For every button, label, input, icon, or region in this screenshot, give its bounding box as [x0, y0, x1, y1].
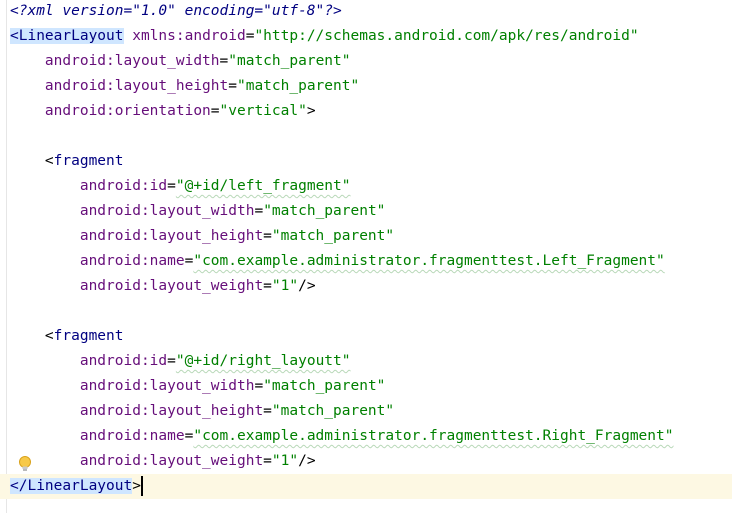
xml-tag-name: fragment	[53, 153, 124, 169]
gutter-divider	[6, 0, 7, 513]
xml-punctuation: =	[167, 353, 176, 369]
xml-attribute: xmlns:android	[123, 28, 246, 44]
code-line[interactable]: <fragment	[10, 324, 124, 349]
code-line[interactable]: android:id="@+id/left_fragment"	[10, 174, 351, 199]
xml-attribute-value: "match_parent"	[271, 228, 395, 244]
code-line[interactable]: android:name="com.example.administrator.…	[10, 249, 665, 274]
code-line[interactable]: </LinearLayout>	[10, 474, 143, 499]
xml-punctuation: =	[263, 403, 272, 419]
xml-attribute-value: "http://schemas.android.com/apk/res/andr…	[254, 28, 639, 44]
xml-attribute-value: "@+id/right_layoutt"	[175, 353, 351, 369]
xml-attribute: android:name	[79, 253, 185, 269]
xml-attribute-value: "match_parent"	[263, 378, 386, 394]
xml-attribute: android:id	[79, 178, 168, 194]
xml-attribute: android:layout_height	[79, 403, 264, 419]
code-line[interactable]: <fragment	[10, 149, 124, 174]
xml-declaration: <?xml version="1.0" encoding="utf-8"?>	[10, 3, 342, 19]
code-line[interactable]: android:layout_width="match_parent"	[10, 199, 386, 224]
xml-punctuation: =	[263, 278, 272, 294]
xml-attribute-value: "vertical"	[219, 103, 307, 119]
xml-attribute-value: "com.example.administrator.fragmenttest.…	[193, 253, 665, 269]
xml-punctuation: =	[219, 53, 229, 69]
xml-attribute: android:layout_width	[79, 378, 255, 394]
code-line[interactable]: <LinearLayout xmlns:android="http://sche…	[10, 24, 639, 49]
xml-attribute-value: "1"	[271, 453, 299, 469]
xml-attribute: android:layout_weight	[79, 453, 264, 469]
xml-attribute: android:layout_width	[44, 53, 220, 69]
xml-punctuation: />	[298, 278, 316, 294]
xml-attribute: android:layout_weight	[79, 278, 264, 294]
xml-punctuation: />	[298, 453, 316, 469]
xml-punctuation: <	[44, 328, 54, 344]
xml-attribute: android:layout_width	[79, 203, 255, 219]
code-line[interactable]: android:layout_height="match_parent"	[10, 399, 394, 424]
code-line[interactable]: android:name="com.example.administrator.…	[10, 424, 674, 449]
xml-punctuation: >	[132, 478, 141, 494]
xml-punctuation: <	[44, 153, 54, 169]
xml-attribute-value: "match_parent"	[236, 78, 360, 94]
code-line[interactable]: android:layout_width="match_parent"	[10, 49, 351, 74]
code-line[interactable]: android:layout_width="match_parent"	[10, 374, 386, 399]
xml-attribute: android:orientation	[44, 103, 211, 119]
xml-tag-name: fragment	[53, 328, 124, 344]
matched-tag-highlight: </LinearLayout	[10, 478, 133, 494]
xml-attribute: android:layout_height	[79, 228, 264, 244]
xml-attribute: android:layout_height	[44, 78, 229, 94]
text-caret	[140, 476, 143, 496]
xml-punctuation: =	[210, 103, 220, 119]
xml-punctuation: =	[263, 228, 272, 244]
xml-punctuation: =	[263, 453, 272, 469]
code-line[interactable]: <?xml version="1.0" encoding="utf-8"?>	[10, 0, 342, 24]
xml-attribute-value: "1"	[271, 278, 299, 294]
xml-punctuation: =	[254, 378, 264, 394]
code-line[interactable]: android:id="@+id/right_layoutt"	[10, 349, 351, 374]
xml-attribute-value: "match_parent"	[228, 53, 351, 69]
code-line[interactable]: android:layout_weight="1"/>	[10, 274, 316, 299]
xml-attribute-value: "@+id/left_fragment"	[175, 178, 351, 194]
code-line[interactable]: android:layout_height="match_parent"	[10, 224, 394, 249]
xml-attribute-value: "com.example.administrator.fragmenttest.…	[193, 428, 674, 444]
xml-punctuation: =	[228, 78, 237, 94]
xml-attribute-value: "match_parent"	[263, 203, 386, 219]
code-editor[interactable]: <?xml version="1.0" encoding="utf-8"?> <L…	[0, 0, 732, 513]
xml-attribute: android:id	[79, 353, 168, 369]
code-line[interactable]: android:layout_weight="1"/>	[10, 449, 316, 474]
xml-punctuation: =	[167, 178, 176, 194]
code-line[interactable]: android:layout_height="match_parent"	[10, 74, 359, 99]
xml-attribute-value: "match_parent"	[271, 403, 395, 419]
matched-tag-highlight: <LinearLayout	[10, 28, 124, 44]
xml-punctuation: =	[254, 203, 264, 219]
xml-punctuation: >	[306, 103, 316, 119]
code-line[interactable]: android:orientation="vertical">	[10, 99, 316, 124]
xml-attribute: android:name	[79, 428, 185, 444]
